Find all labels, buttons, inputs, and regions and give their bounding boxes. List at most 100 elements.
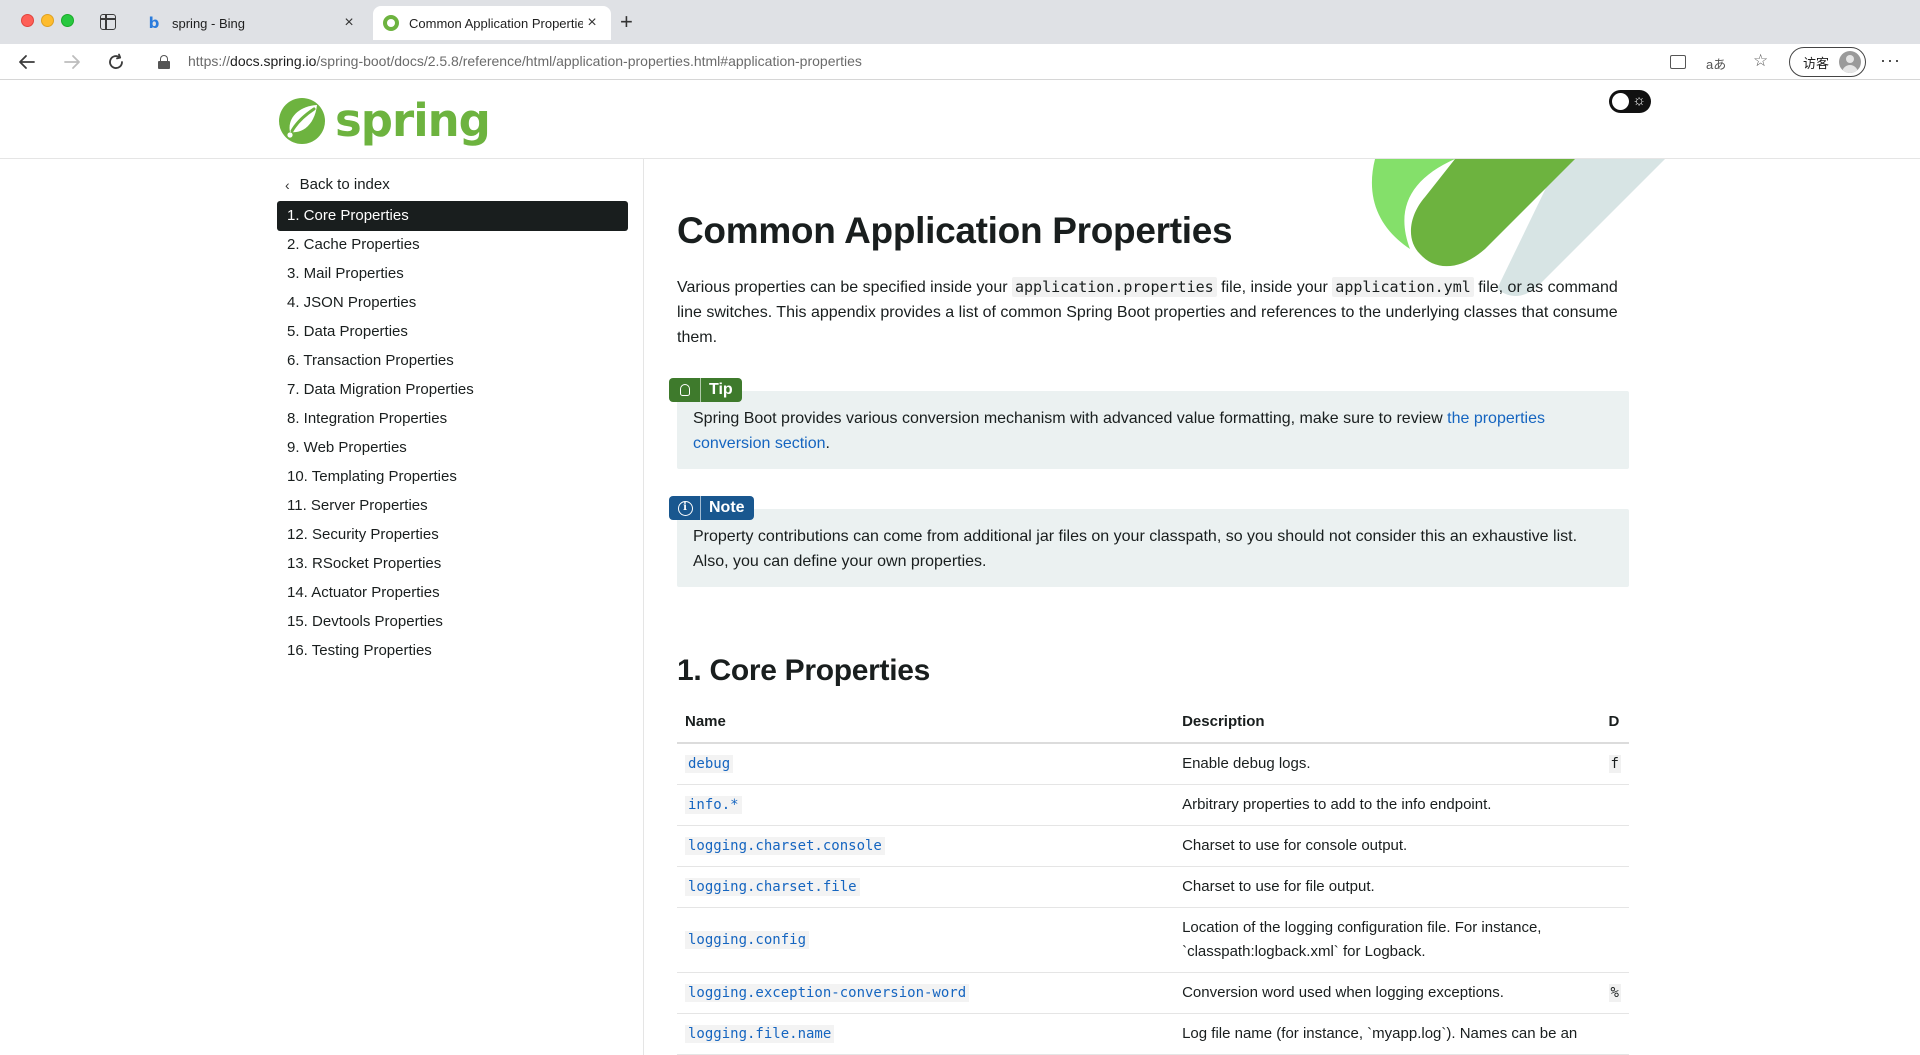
lock-icon[interactable] (158, 55, 170, 69)
tip-body: Spring Boot provides various conversion … (693, 410, 1448, 427)
property-name-cell: logging.charset.console (677, 825, 1175, 867)
tab-title: Common Application Properties (409, 15, 583, 31)
dark-mode-toggle[interactable]: ☼ (1609, 90, 1651, 113)
property-description-cell: Charset to use for console output. (1174, 825, 1601, 867)
avatar (1839, 51, 1861, 73)
address-bar[interactable]: https://docs.spring.io/spring-boot/docs/… (188, 53, 862, 69)
toc-item-server[interactable]: 11. Server Properties (277, 491, 628, 520)
toc-item-integration[interactable]: 8. Integration Properties (277, 404, 628, 433)
browser-toolbar: https://docs.spring.io/spring-boot/docs/… (0, 44, 1920, 80)
translate-icon[interactable]: aあ (1706, 54, 1726, 73)
toc-item-web[interactable]: 9. Web Properties (277, 433, 628, 462)
table-of-contents: 1. Core Properties 2. Cache Properties 3… (277, 201, 628, 665)
web-page: spring ☼ ‹ Back to index 1. Core Propert… (0, 80, 1920, 1055)
property-default-cell (1600, 825, 1629, 867)
property-description-cell: Conversion word used when logging except… (1174, 972, 1601, 1014)
property-name-cell: logging.charset.file (677, 866, 1175, 908)
tab-title: spring - Bing (172, 15, 245, 31)
column-header-default: D (1600, 700, 1629, 744)
logo-text: spring (335, 94, 491, 147)
close-tab-icon[interactable]: × (583, 14, 601, 32)
sun-icon: ☼ (1632, 92, 1646, 109)
toc-item-testing[interactable]: 16. Testing Properties (277, 636, 628, 665)
property-default-cell: % (1600, 972, 1629, 1014)
property-description-cell: Arbitrary properties to add to the info … (1174, 784, 1601, 826)
toc-item-data-migration[interactable]: 7. Data Migration Properties (277, 375, 628, 404)
property-name-link[interactable]: logging.charset.console (685, 836, 885, 855)
page-title: Common Application Properties (677, 210, 1233, 251)
reload-icon[interactable] (104, 50, 128, 74)
property-name-cell: logging.config (677, 907, 1175, 973)
intro-text: file, inside your (1216, 279, 1333, 296)
close-tab-icon[interactable]: × (340, 14, 358, 32)
column-header-description: Description (1174, 700, 1601, 744)
table-row: debug Enable debug logs. f (677, 743, 1629, 785)
property-name-link[interactable]: info.* (685, 795, 742, 814)
toc-item-transaction[interactable]: 6. Transaction Properties (277, 346, 628, 375)
minimize-window-button[interactable] (41, 14, 54, 27)
table-row: logging.exception-conversion-word Conver… (677, 972, 1629, 1014)
property-name-link[interactable]: logging.charset.file (685, 877, 860, 896)
property-name-cell: logging.file.name (677, 1013, 1175, 1055)
property-description-cell: Location of the logging configuration fi… (1174, 907, 1601, 973)
property-name-link[interactable]: logging.exception-conversion-word (685, 983, 970, 1002)
property-description-cell: Log file name (for instance, `myapp.log`… (1174, 1013, 1601, 1055)
inline-code: application.properties (1012, 277, 1217, 297)
maximize-window-button[interactable] (61, 14, 74, 27)
default-value: f (1608, 754, 1621, 773)
tab-bing[interactable]: b spring - Bing × (136, 6, 368, 40)
profile-button[interactable]: 访客 (1789, 47, 1866, 77)
browser-tab-bar: b spring - Bing × Common Application Pro… (0, 0, 1920, 44)
favorites-star-icon[interactable]: ☆ (1753, 51, 1768, 71)
close-window-button[interactable] (21, 14, 34, 27)
toc-item-json[interactable]: 4. JSON Properties (277, 288, 628, 317)
url-host: docs.spring.io (230, 53, 317, 69)
intro-paragraph: Various properties can be specified insi… (677, 275, 1627, 350)
url-path: /spring-boot/docs/2.5.8/reference/html/a… (316, 53, 862, 69)
toc-item-cache[interactable]: 2. Cache Properties (277, 230, 628, 259)
sidebar: ‹ Back to index 1. Core Properties 2. Ca… (0, 159, 644, 1055)
back-arrow-icon[interactable] (15, 50, 39, 74)
toc-item-templating[interactable]: 10. Templating Properties (277, 462, 628, 491)
toc-item-data[interactable]: 5. Data Properties (277, 317, 628, 346)
property-name-cell: info.* (677, 784, 1175, 826)
property-name-link[interactable]: debug (685, 754, 734, 773)
tip-end: . (825, 435, 830, 452)
spring-logo[interactable]: spring (277, 94, 491, 147)
immersive-reader-icon[interactable] (1670, 55, 1686, 69)
url-scheme: https:// (188, 53, 231, 69)
tab-spring-docs[interactable]: Common Application Properties × (373, 6, 611, 40)
properties-table: Name Description D debug Enable debug lo… (677, 700, 1629, 1055)
note-admonition: i Note Property contributions can come f… (669, 496, 1629, 587)
table-row: info.* Arbitrary properties to add to th… (677, 784, 1629, 826)
note-label: Note (709, 499, 745, 516)
table-row: logging.charset.file Charset to use for … (677, 866, 1629, 908)
toc-item-core[interactable]: 1. Core Properties (277, 201, 628, 231)
back-link-label: Back to index (299, 176, 390, 193)
back-to-index-link[interactable]: ‹ Back to index (285, 176, 390, 193)
toc-item-security[interactable]: 12. Security Properties (277, 520, 628, 549)
tab-actions-icon[interactable] (100, 14, 116, 30)
spring-favicon (383, 15, 399, 31)
forward-arrow-icon[interactable] (60, 50, 84, 74)
toc-item-devtools[interactable]: 15. Devtools Properties (277, 607, 628, 636)
more-options-icon[interactable]: ··· (1880, 50, 1901, 71)
new-tab-button[interactable]: + (620, 10, 633, 34)
property-description-cell: Charset to use for file output. (1174, 866, 1601, 908)
inline-code: application.yml (1332, 277, 1474, 297)
toc-item-mail[interactable]: 3. Mail Properties (277, 259, 628, 288)
toggle-knob (1612, 93, 1629, 110)
default-value: % (1608, 983, 1621, 1002)
toc-item-rsocket[interactable]: 13. RSocket Properties (277, 549, 628, 578)
property-name-link[interactable]: logging.file.name (685, 1024, 835, 1043)
property-name-link[interactable]: logging.config (685, 930, 810, 949)
section-title: 1. Core Properties (677, 654, 931, 687)
property-default-cell (1600, 907, 1629, 973)
note-badge: i Note (669, 496, 754, 520)
tip-badge: Tip (669, 378, 742, 402)
property-default-cell (1600, 1013, 1629, 1055)
property-name-cell: debug (677, 743, 1175, 785)
toc-item-actuator[interactable]: 14. Actuator Properties (277, 578, 628, 607)
property-description-cell: Enable debug logs. (1174, 743, 1601, 785)
property-default-cell (1600, 784, 1629, 826)
